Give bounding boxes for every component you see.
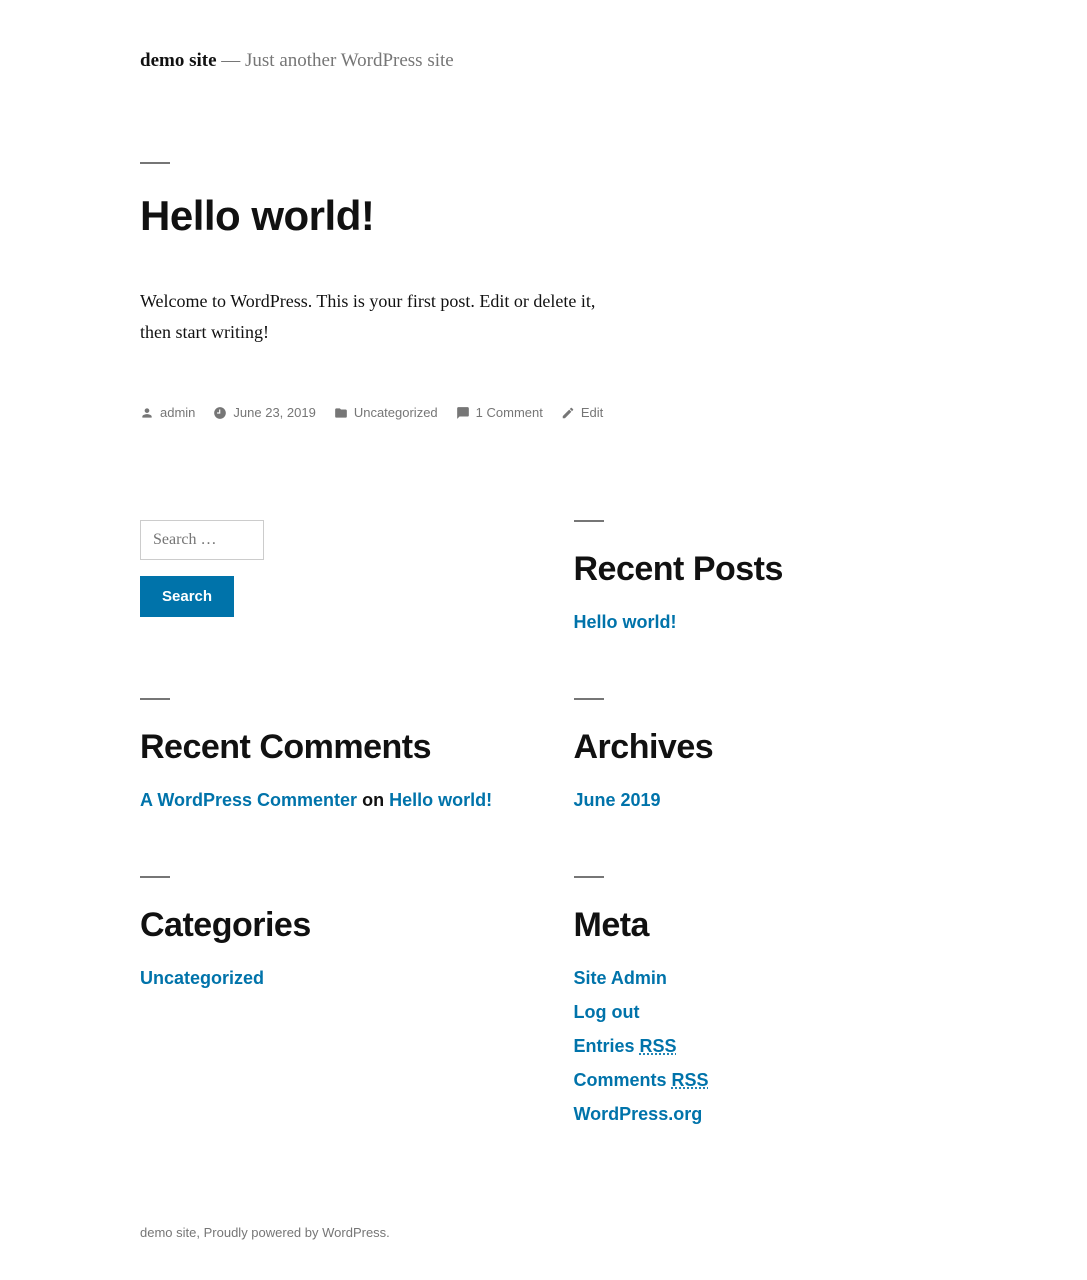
widget-title: Recent Posts xyxy=(574,550,948,589)
categories-widget: Categories Uncategorized xyxy=(140,876,514,1135)
meta-date: June 23, 2019 xyxy=(213,405,315,420)
list-item: Uncategorized xyxy=(140,965,514,992)
list-item: Comments RSS xyxy=(574,1067,948,1094)
recent-comments-widget: Recent Comments A WordPress Commenter on… xyxy=(140,698,514,821)
post: Hello world! Welcome to WordPress. This … xyxy=(140,162,947,420)
comments-rss-link[interactable]: Comments RSS xyxy=(574,1070,709,1090)
meta-category: Uncategorized xyxy=(334,405,438,420)
person-icon xyxy=(140,406,154,420)
widget-title: Meta xyxy=(574,906,948,945)
search-button[interactable]: Search xyxy=(140,576,234,617)
category-link[interactable]: Uncategorized xyxy=(354,405,438,420)
list-item: WordPress.org xyxy=(574,1101,948,1128)
search-widget: Search xyxy=(140,520,514,643)
footer-site-link[interactable]: demo site xyxy=(140,1225,196,1240)
list-item: June 2019 xyxy=(574,787,948,814)
archive-link[interactable]: June 2019 xyxy=(574,790,661,810)
list-item: Log out xyxy=(574,999,948,1026)
site-title-link[interactable]: demo site xyxy=(140,50,217,71)
post-content: Welcome to WordPress. This is your first… xyxy=(140,286,620,347)
list-item: Hello world! xyxy=(574,609,948,636)
footer-separator: , xyxy=(196,1225,203,1240)
post-separator xyxy=(140,162,170,164)
meta-edit: Edit xyxy=(561,405,603,420)
wordpress-org-link[interactable]: WordPress.org xyxy=(574,1104,703,1124)
widget-separator xyxy=(140,876,170,878)
author-link[interactable]: admin xyxy=(160,405,195,420)
widget-title: Archives xyxy=(574,728,948,767)
search-input[interactable] xyxy=(140,520,264,560)
pencil-icon xyxy=(561,406,575,420)
meta-author: admin xyxy=(140,405,195,420)
tagline-separator: — xyxy=(221,50,245,71)
recent-post-link[interactable]: Hello world! xyxy=(574,612,677,632)
widget-title: Recent Comments xyxy=(140,728,514,767)
on-text: on xyxy=(362,790,389,810)
list-item: Entries RSS xyxy=(574,1033,948,1060)
site-admin-link[interactable]: Site Admin xyxy=(574,968,667,988)
category-link[interactable]: Uncategorized xyxy=(140,968,264,988)
logout-link[interactable]: Log out xyxy=(574,1002,640,1022)
widget-separator xyxy=(140,698,170,700)
footer-widgets: Search Recent Posts Hello world! Recent … xyxy=(140,520,947,1135)
site-tagline: Just another WordPress site xyxy=(245,50,454,71)
site-footer: demo site, Proudly powered by WordPress. xyxy=(140,1225,947,1240)
archives-widget: Archives June 2019 xyxy=(574,698,948,821)
post-title: Hello world! xyxy=(140,192,947,240)
edit-link[interactable]: Edit xyxy=(581,405,603,420)
date-link[interactable]: June 23, 2019 xyxy=(233,405,315,420)
comments-link[interactable]: 1 Comment xyxy=(476,405,543,420)
widget-separator xyxy=(574,876,604,878)
widget-separator xyxy=(574,698,604,700)
comment-author-link[interactable]: A WordPress Commenter xyxy=(140,790,357,810)
meta-widget: Meta Site Admin Log out Entries RSS Comm… xyxy=(574,876,948,1135)
widget-separator xyxy=(574,520,604,522)
rss-abbr: RSS xyxy=(640,1036,677,1056)
folder-icon xyxy=(334,406,348,420)
meta-comments: 1 Comment xyxy=(456,405,543,420)
rss-abbr: RSS xyxy=(672,1070,709,1090)
entries-rss-link[interactable]: Entries RSS xyxy=(574,1036,677,1056)
post-meta: admin June 23, 2019 Uncategorized 1 Comm… xyxy=(140,405,947,420)
comment-icon xyxy=(456,406,470,420)
comment-post-link[interactable]: Hello world! xyxy=(389,790,492,810)
widget-title: Categories xyxy=(140,906,514,945)
footer-credit-link[interactable]: Proudly powered by WordPress. xyxy=(204,1225,390,1240)
site-header: demo site — Just another WordPress site xyxy=(140,50,947,72)
list-item: Site Admin xyxy=(574,965,948,992)
recent-posts-widget: Recent Posts Hello world! xyxy=(574,520,948,643)
clock-icon xyxy=(213,406,227,420)
post-title-link[interactable]: Hello world! xyxy=(140,192,374,239)
list-item: A WordPress Commenter on Hello world! xyxy=(140,787,514,814)
